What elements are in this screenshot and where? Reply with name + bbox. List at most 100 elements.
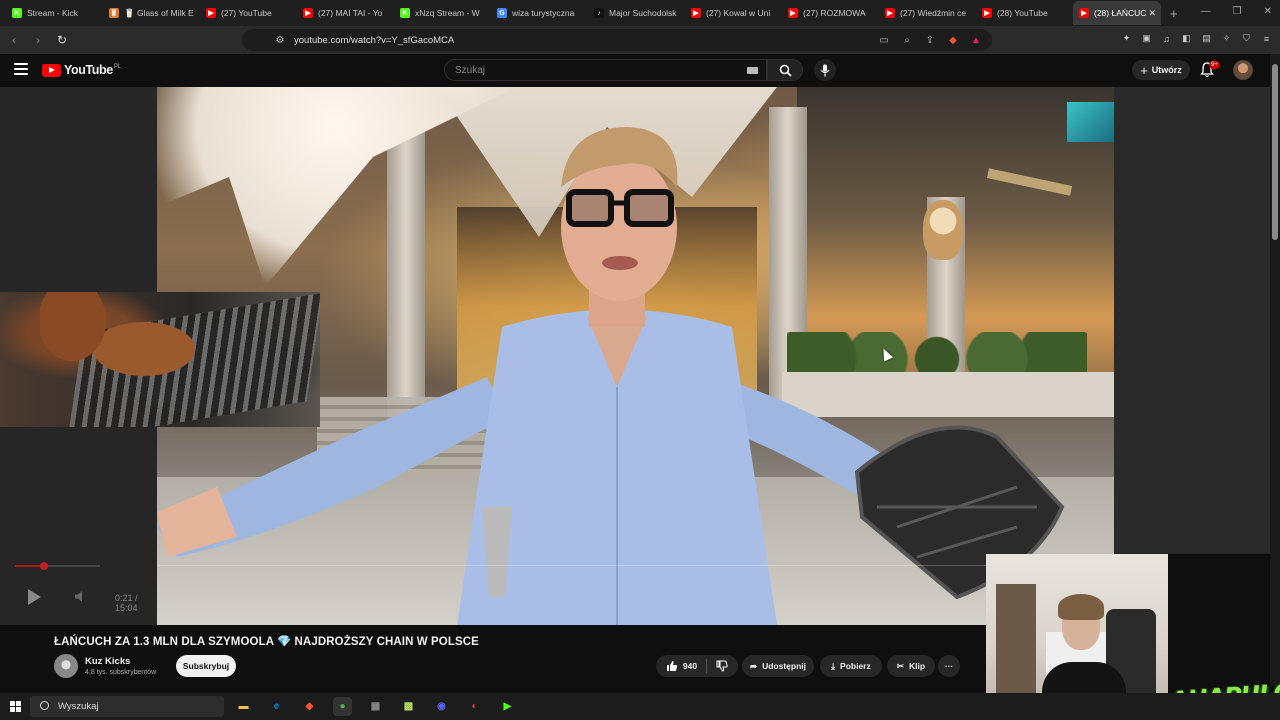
browser-tab[interactable]: ▶ (28) YouTube (976, 1, 1072, 25)
youtube-play-icon (42, 63, 61, 77)
leo-ai-icon[interactable]: ✧ (1221, 33, 1232, 44)
account-avatar[interactable] (1233, 60, 1253, 80)
voice-search-button[interactable] (814, 59, 836, 81)
channel-name[interactable]: Kuz Kicks (85, 656, 130, 667)
hamburger-menu-icon[interactable] (14, 63, 28, 75)
video-player[interactable]: 0:21 / 15:04 (0, 87, 1270, 625)
scrollbar-thumb[interactable] (1272, 64, 1278, 240)
browser-tab[interactable]: ▶ (28) ŁAŃCUC ✕ (1073, 1, 1161, 25)
more-actions-button[interactable]: ··· (938, 655, 960, 677)
extensions-icon[interactable]: ✦ (1121, 33, 1132, 44)
forward-icon[interactable]: › (28, 30, 48, 50)
boots (40, 292, 200, 387)
time-display: 0:21 / 15:04 (115, 593, 138, 613)
close-window-icon[interactable]: ✕ (1264, 6, 1272, 17)
reload-icon[interactable]: ↻ (52, 30, 72, 50)
thumbs-down-icon[interactable] (716, 660, 728, 672)
app-7-icon[interactable]: ◉ (432, 697, 451, 716)
taskbar-search[interactable]: Wyszukaj (30, 696, 224, 717)
clip-button[interactable]: ✂ Klip (887, 655, 935, 677)
channel-avatar[interactable] (54, 654, 78, 678)
url-bar[interactable]: ⚙ youtube.com/watch?v=Y_sfGacoMCA ▭ ⌕ ⇪ … (242, 29, 992, 51)
media-icon[interactable]: ♫ (1161, 33, 1172, 44)
file-explorer-icon[interactable]: ▬ (234, 697, 253, 716)
share-button[interactable]: ➦ Udostępnij (742, 655, 814, 677)
browser-tab[interactable]: KxNzq Stream - W (394, 1, 490, 25)
tab-favicon-icon: ▶ (691, 8, 701, 18)
tab-favicon-icon: K (400, 8, 410, 18)
scissors-icon: ✂ (896, 660, 905, 671)
windows-start-icon[interactable] (10, 701, 21, 712)
screenshot-icon[interactable]: ▣ (1141, 33, 1152, 44)
keyboard-icon[interactable] (747, 66, 758, 74)
menu-icon[interactable]: ≡ (1261, 33, 1272, 44)
search-button[interactable] (767, 59, 803, 81)
share-page-icon[interactable]: ⇪ (924, 34, 936, 46)
like-count[interactable]: 940 (683, 661, 697, 671)
app-9-icon[interactable]: ▶ (498, 697, 517, 716)
subscribe-button[interactable]: Subskrybuj (176, 655, 236, 677)
picture-in-picture-clip (0, 292, 320, 427)
video-title-suffix: NAJDROŻSZY CHAIN W POLSCE (294, 636, 479, 648)
youtube-logo[interactable]: YouTube PL (42, 63, 121, 77)
tab-favicon-icon: ▶ (982, 8, 992, 18)
browser-tab[interactable]: Gwiza turystyczna (491, 1, 587, 25)
browser-tab[interactable]: 🥛 🥛 Glass of Milk E (103, 1, 199, 25)
search-placeholder: Szukaj (455, 64, 486, 76)
plus-icon: + (1140, 62, 1148, 78)
sidebar-icon[interactable]: ◧ (1181, 33, 1192, 44)
brave-rewards-icon[interactable]: ▲ (970, 34, 982, 46)
vpn-icon[interactable]: ⛉ (1241, 33, 1252, 44)
taskbar-search-icon (40, 701, 49, 710)
wallet-icon[interactable]: ▤ (1201, 33, 1212, 44)
tab-favicon-icon: 🥛 (109, 8, 119, 18)
tab-favicon-icon: ♪ (594, 8, 604, 18)
browser-tab[interactable]: ▶ (27) YouTube (200, 1, 296, 25)
edge-icon[interactable]: e (267, 697, 286, 716)
download-icon: ⤓ (831, 660, 836, 671)
share-label: Udostępnij (762, 661, 807, 671)
restore-icon[interactable]: ❐ (1233, 6, 1242, 17)
chrome-icon[interactable]: ● (333, 697, 352, 716)
new-tab-button[interactable]: + (1170, 6, 1178, 21)
app-8-icon[interactable]: ◐ (465, 697, 484, 716)
download-button[interactable]: ⤓ Pobierz (820, 655, 882, 677)
thumbs-up-icon[interactable] (666, 660, 678, 672)
volume-icon[interactable] (74, 590, 87, 603)
browser-tab[interactable]: ▶ (27) ROZMOWA (782, 1, 878, 25)
back-icon[interactable]: ‹ (4, 30, 24, 50)
page-scrollbar[interactable] (1270, 54, 1280, 686)
app-6-icon[interactable]: ▩ (399, 697, 418, 716)
brave-shields-icon[interactable]: ◆ (947, 34, 959, 46)
browser-tab[interactable]: ▶ (27) MAI TAI - Yo (297, 1, 393, 25)
browser-tab[interactable]: ♪ Major Suchodolsk (588, 1, 684, 25)
webcam-door (996, 584, 1036, 694)
progress-bar[interactable] (15, 562, 100, 570)
zoom-icon[interactable]: ⌕ (901, 34, 913, 46)
taskbar-search-label: Wyszukaj (58, 701, 99, 712)
url-text[interactable]: youtube.com/watch?v=Y_sfGacoMCA (294, 35, 454, 46)
browser-tab[interactable]: ▶ (27) Wiedźmin ce (879, 1, 975, 25)
create-button[interactable]: + Utwórz (1132, 60, 1190, 80)
app-5-icon[interactable]: ▦ (366, 697, 385, 716)
tab-favicon-icon: ▶ (885, 8, 895, 18)
like-dislike-group: 940 (656, 655, 738, 677)
youtube-header: YouTube PL Szukaj + Utwórz 9+ (0, 54, 1280, 87)
play-icon[interactable] (28, 589, 41, 605)
site-info-icon[interactable]: ⚙ (274, 34, 286, 46)
browser-tab[interactable]: ▶ (27) Kowal w Uni (685, 1, 781, 25)
create-label: Utwórz (1151, 65, 1182, 75)
video-scrub-line[interactable] (157, 565, 987, 566)
brave-icon[interactable]: ◆ (300, 697, 319, 716)
tab-close-icon[interactable]: ✕ (1148, 8, 1156, 19)
minimize-icon[interactable]: — (1201, 6, 1211, 17)
cast-icon[interactable]: ▭ (878, 34, 890, 46)
search-input[interactable]: Szukaj (444, 59, 767, 81)
microphone-icon (820, 64, 830, 76)
tab-favicon-icon: ▶ (206, 8, 216, 18)
progress-knob[interactable] (40, 562, 48, 570)
search-icon (779, 64, 792, 77)
tab-label: (27) MAI TAI - Yo (318, 8, 383, 18)
browser-tab[interactable]: K Stream - Kick (6, 1, 102, 25)
browser-tab-strip: K Stream - Kick 🥛 🥛 Glass of Milk E ▶ (27) Yo… (0, 0, 1280, 26)
